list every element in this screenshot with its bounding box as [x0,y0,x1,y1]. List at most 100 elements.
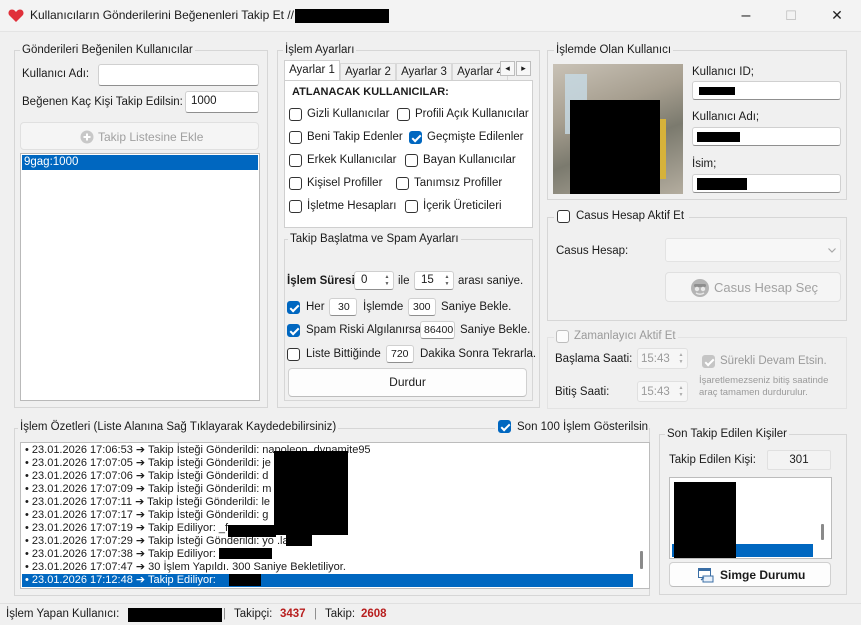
title-bar: Kullanıcıların Gönderilerini Beğenenleri… [0,0,861,32]
spam-risk-checkbox[interactable] [287,324,300,337]
log-list[interactable]: • 23.01.2026 17:06:53 ➔ Takip İsteği Gön… [20,442,650,589]
heart-icon [8,9,24,22]
status-bar: İşlem Yapan Kullanıcı: | Takipçi: 3437 |… [0,603,861,625]
spam-wait-input[interactable]: 86400 [420,321,455,339]
list-end-checkbox[interactable] [287,348,300,361]
last-followed-title: Son Takip Edilen Kişiler [665,428,789,440]
name-field[interactable] [692,174,841,193]
log-line[interactable]: • 23.01.2026 17:07:38 ➔ Takip Ediliyor: … [25,548,222,561]
last-followed-list[interactable] [669,477,832,559]
minimize-to-tray-button[interactable]: Simge Durumu [669,562,831,587]
user-id-field[interactable] [692,81,841,100]
previously-followed-label: Geçmişte Edilenler [427,131,524,143]
chevron-down-icon [828,248,836,253]
duration-suffix-label: arası saniye. [458,275,524,287]
stop-button[interactable]: Durdur [288,368,527,397]
log-line[interactable]: • 23.01.2026 17:07:17 ➔ Takip İsteği Gön… [25,509,268,522]
follow-count-input[interactable]: 1000 [185,91,259,113]
followed-count-label: Takip Edilen Kişi: [669,454,756,466]
start-time-input[interactable]: 15:43 ▲ ▼ [637,348,688,369]
content-creators-label: İçerik Üreticileri [423,200,502,212]
status-following-label: Takip: [325,608,356,620]
log-line-selected[interactable]: • 23.01.2026 17:12:48 ➔ Takip Ediliyor: [25,574,216,587]
list-item[interactable]: 9gag:1000 [22,155,258,170]
spy-account-label: Casus Hesap: [556,245,629,257]
personal-profiles-checkbox[interactable] [289,177,302,190]
duration-min-spinner[interactable]: 0 ▲ ▼ [354,271,394,290]
continuous-label: Sürekli Devam Etsin. [720,355,827,367]
log-line[interactable]: • 23.01.2026 17:07:05 ➔ Takip İsteği Gön… [25,457,271,470]
add-to-list-button[interactable]: Takip Listesine Ekle [20,122,259,150]
timer-checkbox[interactable] [556,330,569,343]
tab-settings-2[interactable]: Ayarlar 2 [340,63,396,80]
log-line[interactable]: • 23.01.2026 17:07:19 ➔ Takip Ediliyor: … [25,522,228,535]
select-spy-account-button[interactable]: Casus Hesap Seç [665,272,841,302]
content-creators-checkbox[interactable] [405,200,418,213]
timer-note-line2: araç tamamen durdurulur. [699,387,808,398]
every-n-input[interactable]: 30 [329,298,357,316]
every-wait-input[interactable]: 300 [408,298,436,316]
spy-account-checkbox[interactable] [557,210,570,223]
my-followers-checkbox[interactable] [289,131,302,144]
tab-settings-1[interactable]: Ayarlar 1 [284,60,340,80]
male-users-label: Erkek Kullanıcılar [307,154,397,166]
start-time-label: Başlama Saati: [555,353,633,365]
undefined-profiles-checkbox[interactable] [396,177,409,190]
log-line[interactable]: • 23.01.2026 17:07:11 ➔ Takip İsteği Gön… [25,496,270,509]
maximize-button[interactable]: ☐ [768,0,814,32]
follow-list[interactable]: 9gag:1000 [20,153,260,401]
settings-tabs: Ayarlar 1 Ayarlar 2 Ayarlar 3 Ayarlar 4 [284,60,532,80]
timer-checkbox-label: Zamanlayıcı Aktif Et [574,330,676,342]
tab-settings-3[interactable]: Ayarlar 3 [396,63,452,80]
log-scrollbar[interactable] [635,443,649,588]
last-followed-scrollbar[interactable] [816,478,830,558]
every-label: Her [306,301,325,313]
timer-group [547,337,847,409]
duration-max-spinner[interactable]: 15 ▲ ▼ [414,271,454,290]
log-line[interactable]: • 23.01.2026 17:07:06 ➔ Takip İsteği Gön… [25,470,268,483]
tab-scroll-left-button[interactable]: ◂ [500,61,515,76]
status-followers-value: 3437 [280,608,306,620]
continuous-checkbox[interactable] [702,355,715,368]
spam-risk-label: Spam Riski Algılanırsa [306,324,422,336]
duration-label: İşlem Süresi: [287,275,359,287]
business-accounts-checkbox[interactable] [289,200,302,213]
redacted-title-part [295,9,389,23]
business-accounts-label: İşletme Hesapları [307,200,397,212]
process-settings-title: İşlem Ayarları [283,44,357,56]
female-users-label: Bayan Kullanıcılar [423,154,516,166]
log-line[interactable]: • 23.01.2026 17:07:47 ➔ 30 İşlem Yapıldı… [25,561,346,574]
current-username-field[interactable] [692,127,841,146]
current-user-title: İşlemde Olan Kullanıcı [554,44,674,56]
male-users-checkbox[interactable] [289,154,302,167]
previously-followed-checkbox[interactable] [409,131,422,144]
end-time-label: Bitiş Saati: [555,386,610,398]
private-users-checkbox[interactable] [289,108,302,121]
minimize-button[interactable]: – [723,0,769,32]
public-profiles-label: Profili Açık Kullanıcılar [415,108,529,120]
public-profiles-checkbox[interactable] [397,108,410,121]
status-following-value: 2608 [361,608,387,620]
spam-suffix-label: Saniye Bekle. [460,324,531,336]
follow-count-label: Beğenen Kaç Kişi Takip Edilsin: [22,96,183,108]
personal-profiles-label: Kişisel Profiller [307,177,383,189]
tab-scroll-right-button[interactable]: ▸ [516,61,531,76]
end-time-input[interactable]: 15:43 ▲ ▼ [637,381,688,402]
skip-users-header: ATLANACAK KULLANICILAR: [292,86,449,98]
list-end-input[interactable]: 720 [386,345,414,363]
log-line[interactable]: • 23.01.2026 17:07:09 ➔ Takip İsteği Gön… [25,483,271,496]
username-label: Kullanıcı Adı: [22,68,90,80]
female-users-checkbox[interactable] [405,154,418,167]
window-title: Kullanıcıların Gönderilerini Beğenenleri… [30,8,294,22]
every-n-checkbox[interactable] [287,301,300,314]
close-button[interactable]: ✕ [814,0,860,32]
last-100-checkbox[interactable] [498,420,511,433]
undefined-profiles-label: Tanımsız Profiller [414,177,503,189]
spam-settings-title: Takip Başlatma ve Spam Ayarları [288,233,461,245]
user-id-label: Kullanıcı ID; [692,66,754,78]
spy-account-select[interactable] [665,238,841,262]
name-label: İsim; [692,158,717,170]
list-end-suffix-label: Dakika Sonra Tekrarla. [420,348,537,360]
username-input[interactable] [98,64,259,86]
log-title: İşlem Özetleri (Liste Alanına Sağ Tıklay… [18,421,339,433]
